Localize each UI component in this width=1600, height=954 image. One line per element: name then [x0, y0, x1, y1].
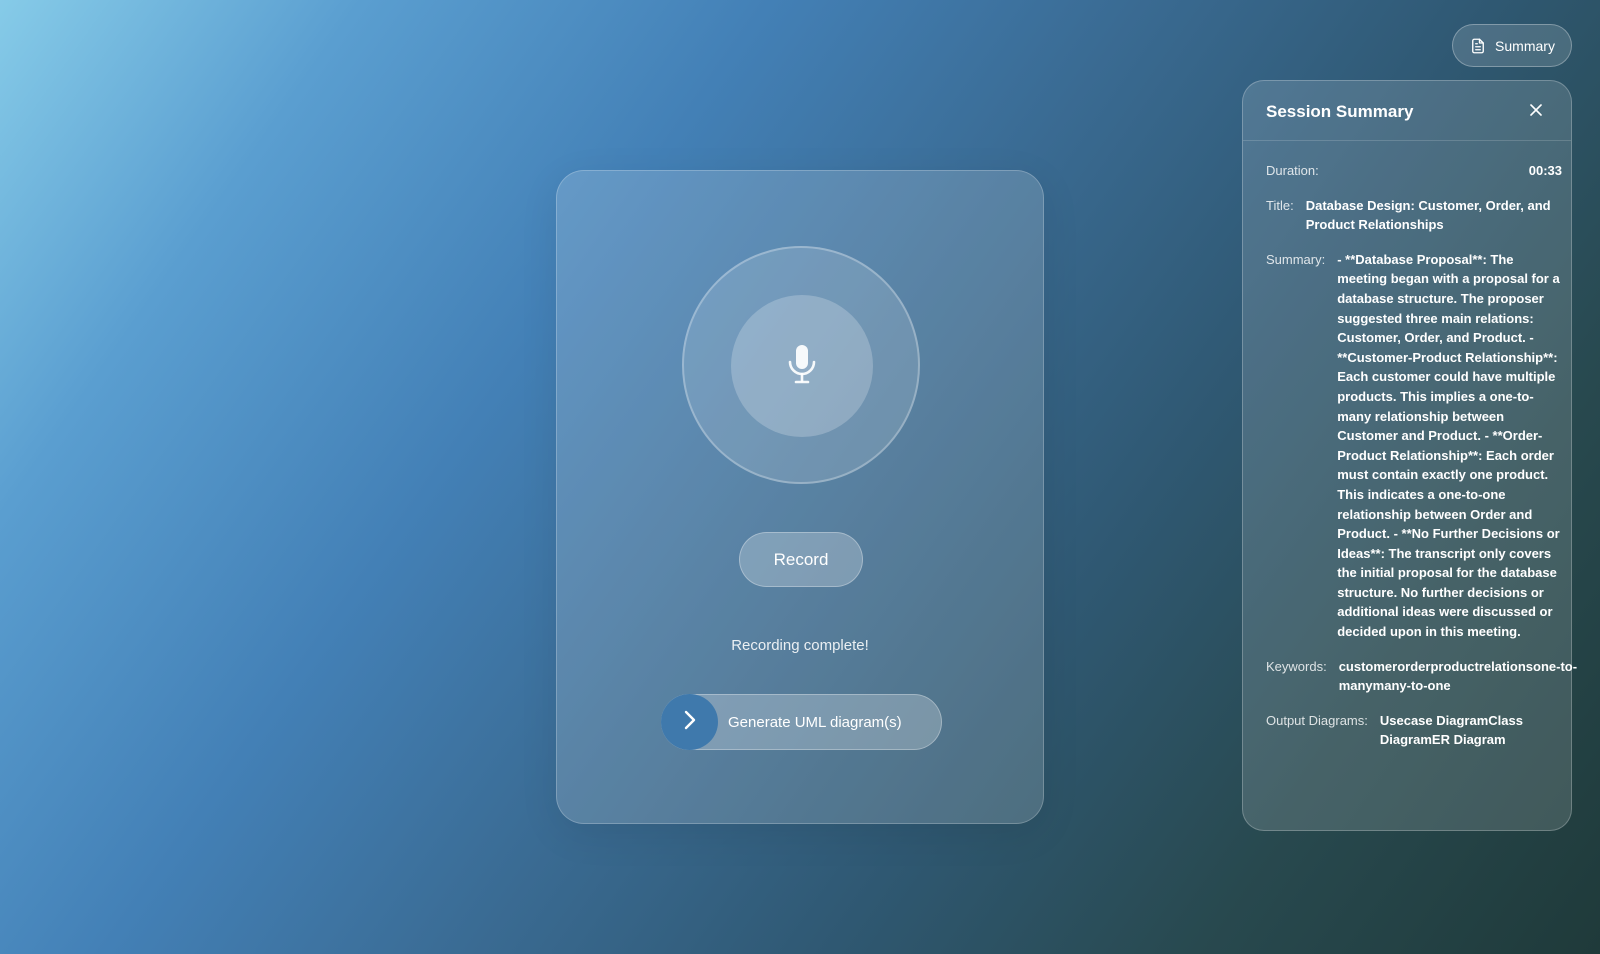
record-button[interactable]: Record [739, 532, 863, 587]
output-diagrams-label: Output Diagrams: [1266, 712, 1368, 728]
summary-label: Summary: [1266, 251, 1326, 267]
microphone-icon [785, 343, 819, 390]
summary-toggle-label: Summary [1495, 37, 1555, 54]
session-summary-panel: Session Summary Duration: 00:33 Title: D… [1242, 80, 1577, 831]
panel-header: Session Summary [1243, 81, 1571, 141]
generate-uml-button[interactable]: Generate UML diagram(s) [661, 694, 942, 750]
duration-value: 00:33 [1528, 163, 1562, 178]
chevron-right-icon [681, 709, 699, 736]
mic-button[interactable] [682, 246, 920, 484]
mic-inner-circle [731, 295, 873, 437]
keywords-value: customerorderproductrelationsone-to-many… [1338, 658, 1578, 694]
panel-body: Duration: 00:33 Title: Database Design: … [1266, 161, 1577, 765]
recorder-card: Record Recording complete! Generate UML … [556, 170, 1044, 824]
output-diagrams-value: Usecase DiagramClass DiagramER Diagram [1379, 712, 1523, 748]
keywords-label: Keywords: [1266, 658, 1327, 674]
close-icon [1530, 103, 1542, 121]
duration-label: Duration: [1266, 163, 1319, 178]
title-label: Title: [1266, 197, 1294, 213]
panel-title: Session Summary [1266, 102, 1414, 121]
generate-uml-label: Generate UML diagram(s) [728, 713, 902, 731]
generate-icon-circle [661, 694, 718, 750]
duration-row: Duration: 00:33 [1266, 161, 1562, 181]
document-icon [1469, 37, 1487, 55]
summary-value: - **Database Proposal**: The meeting beg… [1337, 251, 1560, 640]
summary-row: Summary: - **Database Proposal**: The me… [1266, 250, 1562, 642]
title-value: Database Design: Customer, Order, and Pr… [1305, 197, 1551, 233]
keywords-row: Keywords: customerorderproductrelationso… [1266, 657, 1577, 696]
output-diagrams-row: Output Diagrams: Usecase DiagramClass Di… [1266, 711, 1562, 750]
close-button[interactable] [1526, 102, 1546, 122]
recording-status: Recording complete! [731, 637, 869, 654]
summary-toggle-button[interactable]: Summary [1452, 24, 1572, 67]
title-row: Title: Database Design: Customer, Order,… [1266, 196, 1562, 235]
